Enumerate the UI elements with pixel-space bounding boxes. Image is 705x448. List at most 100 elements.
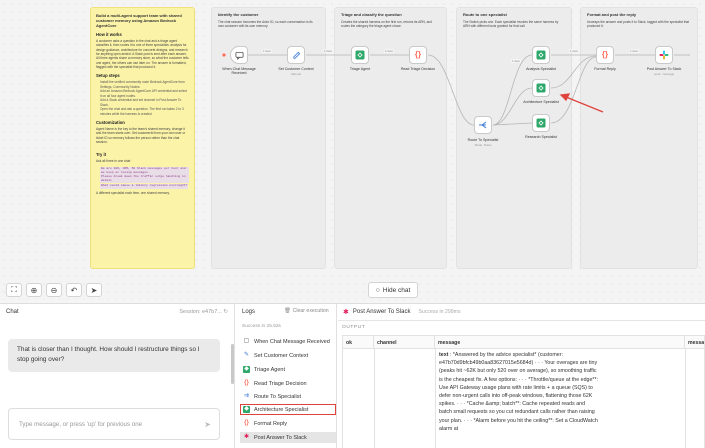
- switch-icon: [478, 120, 488, 130]
- edge-label: 1 item: [262, 49, 273, 53]
- chat-input[interactable]: Type message, or press 'up' for previous…: [8, 408, 220, 440]
- bottom-panel: Chat Session: e47b7... ↻ That is closer …: [0, 303, 705, 448]
- bedrock-icon: ◆: [243, 406, 250, 413]
- undo-button[interactable]: ↶: [66, 283, 82, 297]
- node-architecture-specialist[interactable]: [532, 79, 550, 97]
- hide-chat-button[interactable]: ○ Hide chat: [368, 282, 418, 298]
- column-header[interactable]: ok: [343, 336, 374, 349]
- message-cell[interactable]: text : *Answered by the advice specialis…: [436, 349, 601, 435]
- slack-icon: ✱: [343, 309, 349, 316]
- node-label: Research Specialist: [525, 135, 557, 139]
- output-table[interactable]: ok channel message message text : *Answe…: [342, 335, 705, 448]
- node-format-reply[interactable]: {}: [596, 46, 614, 64]
- log-item[interactable]: ⇉ Route To Specialist: [240, 391, 336, 402]
- edge-label: 1 item: [384, 49, 395, 53]
- clear-execution-label: Clear execution: [292, 308, 329, 314]
- trigger-dot: [222, 53, 226, 57]
- log-item-architecture-highlighted[interactable]: ◆ Architecture Specialist: [240, 404, 336, 415]
- column-divider: [374, 349, 375, 448]
- node-triage-agent[interactable]: [351, 46, 369, 64]
- node-sublabel: Mode: Rules: [474, 143, 492, 147]
- bedrock-icon: [536, 118, 546, 128]
- output-panel: ✱ Post Answer To Slack Success in 299ms …: [338, 304, 705, 448]
- log-item-label: Route To Specialist: [254, 393, 301, 400]
- edge-label: 1 item: [629, 49, 640, 53]
- chat-session-id[interactable]: Session: e47b7... ↻: [179, 309, 228, 315]
- send-icon[interactable]: ➤: [204, 420, 211, 429]
- log-item-active[interactable]: ✱ Post Answer To Slack: [240, 432, 336, 443]
- zoom-out-button[interactable]: ⊖: [46, 283, 62, 297]
- node-label: When Chat Message Received: [222, 67, 256, 76]
- node-post-answer-slack[interactable]: [655, 46, 673, 64]
- workflow-canvas[interactable]: Build a multi-agent support team with sh…: [0, 0, 705, 300]
- slack-icon: [659, 50, 669, 60]
- canvas-toolbar: ⛶ ⊕ ⊖ ↶ ➤: [6, 283, 102, 297]
- zoom-in-button[interactable]: ⊕: [26, 283, 42, 297]
- log-item-label: Format Reply: [254, 420, 288, 427]
- chat-bubble-icon: [234, 50, 244, 60]
- zoom-out-icon: ⊖: [50, 285, 58, 295]
- code-icon: {}: [244, 380, 249, 386]
- divider: [338, 320, 705, 321]
- log-item[interactable]: {} Read Triage Decision: [240, 378, 336, 389]
- fit-view-icon: ⛶: [11, 285, 17, 294]
- session-text: Session: e47b7...: [179, 309, 222, 315]
- message-value: : *Answered by the advice specialist* (c…: [439, 352, 598, 432]
- node-set-customer-context[interactable]: [287, 46, 305, 64]
- trash-icon: 🗑: [284, 308, 291, 314]
- bedrock-icon: [355, 50, 365, 60]
- chat-bubble-icon: ○: [375, 286, 380, 294]
- log-item[interactable]: ✎ Set Customer Context: [240, 350, 336, 361]
- logs-status: Success in 25.52s: [242, 324, 281, 329]
- edge-label: 1 item: [569, 49, 580, 53]
- edge: [492, 87, 533, 126]
- chat-scrollbar[interactable]: [231, 344, 234, 384]
- edge-label: 1 item: [323, 49, 334, 53]
- logs-title: Logs: [242, 309, 256, 315]
- node-label: Architecture Specialist: [523, 100, 559, 104]
- message-key: text: [439, 352, 449, 358]
- pointer-button[interactable]: ➤: [86, 283, 102, 297]
- log-item-label: Post Answer To Slack: [254, 434, 307, 441]
- log-item-label: When Chat Message Received: [254, 338, 330, 345]
- node-route-to-specialist[interactable]: [474, 116, 492, 134]
- workflow-editor: Build a multi-agent support team with sh…: [0, 0, 705, 448]
- refresh-icon[interactable]: ↻: [223, 309, 228, 315]
- undo-icon: ↶: [70, 285, 78, 295]
- log-item[interactable]: ◆ Triage Agent: [240, 364, 336, 375]
- node-label: Set Customer Context: [278, 67, 314, 71]
- code-icon: {}: [414, 50, 422, 59]
- chat-title: Chat: [6, 309, 19, 315]
- node-analysis-specialist[interactable]: [532, 46, 550, 64]
- node-label: Triage Agent: [349, 67, 371, 71]
- node-when-chat-message[interactable]: [230, 46, 248, 64]
- chat-bubble-icon: ▢: [243, 338, 250, 344]
- chat-input-placeholder: Type message, or press 'up' for previous…: [19, 421, 143, 428]
- output-success: Success in 299ms: [418, 309, 461, 315]
- clear-execution-button[interactable]: 🗑 Clear execution: [284, 308, 329, 314]
- log-item-label: Set Customer Context: [254, 352, 309, 359]
- pencil-icon: [291, 50, 301, 60]
- fit-view-button[interactable]: ⛶: [6, 283, 22, 297]
- code-icon: {}: [601, 50, 609, 59]
- column-header[interactable]: channel: [374, 336, 435, 349]
- log-item[interactable]: ▢ When Chat Message Received: [240, 336, 336, 347]
- node-sublabel: Manual: [291, 72, 301, 76]
- output-header: ✱ Post Answer To Slack Success in 299ms: [343, 308, 461, 316]
- column-header[interactable]: message: [435, 336, 685, 349]
- log-item[interactable]: {} Format Reply: [240, 418, 336, 429]
- log-item-label: Triage Agent: [254, 366, 285, 373]
- node-read-triage-decision[interactable]: {}: [409, 46, 427, 64]
- node-label: Route To Specialist: [467, 138, 499, 142]
- logs-panel: Logs 🗑 Clear execution Success in 25.52s…: [237, 304, 337, 448]
- node-research-specialist[interactable]: [532, 114, 550, 132]
- column-header[interactable]: message: [685, 336, 704, 349]
- edge: [427, 54, 475, 126]
- slack-icon: ✱: [243, 434, 250, 440]
- node-label: Read Triage Decision: [400, 67, 436, 71]
- node-label: Analysis Specialist: [526, 67, 556, 71]
- output-label: OUTPUT: [342, 325, 366, 330]
- output-node-title: Post Answer To Slack: [352, 309, 411, 315]
- bedrock-icon: [536, 83, 546, 93]
- node-label: Post Answer To Slack: [646, 67, 682, 71]
